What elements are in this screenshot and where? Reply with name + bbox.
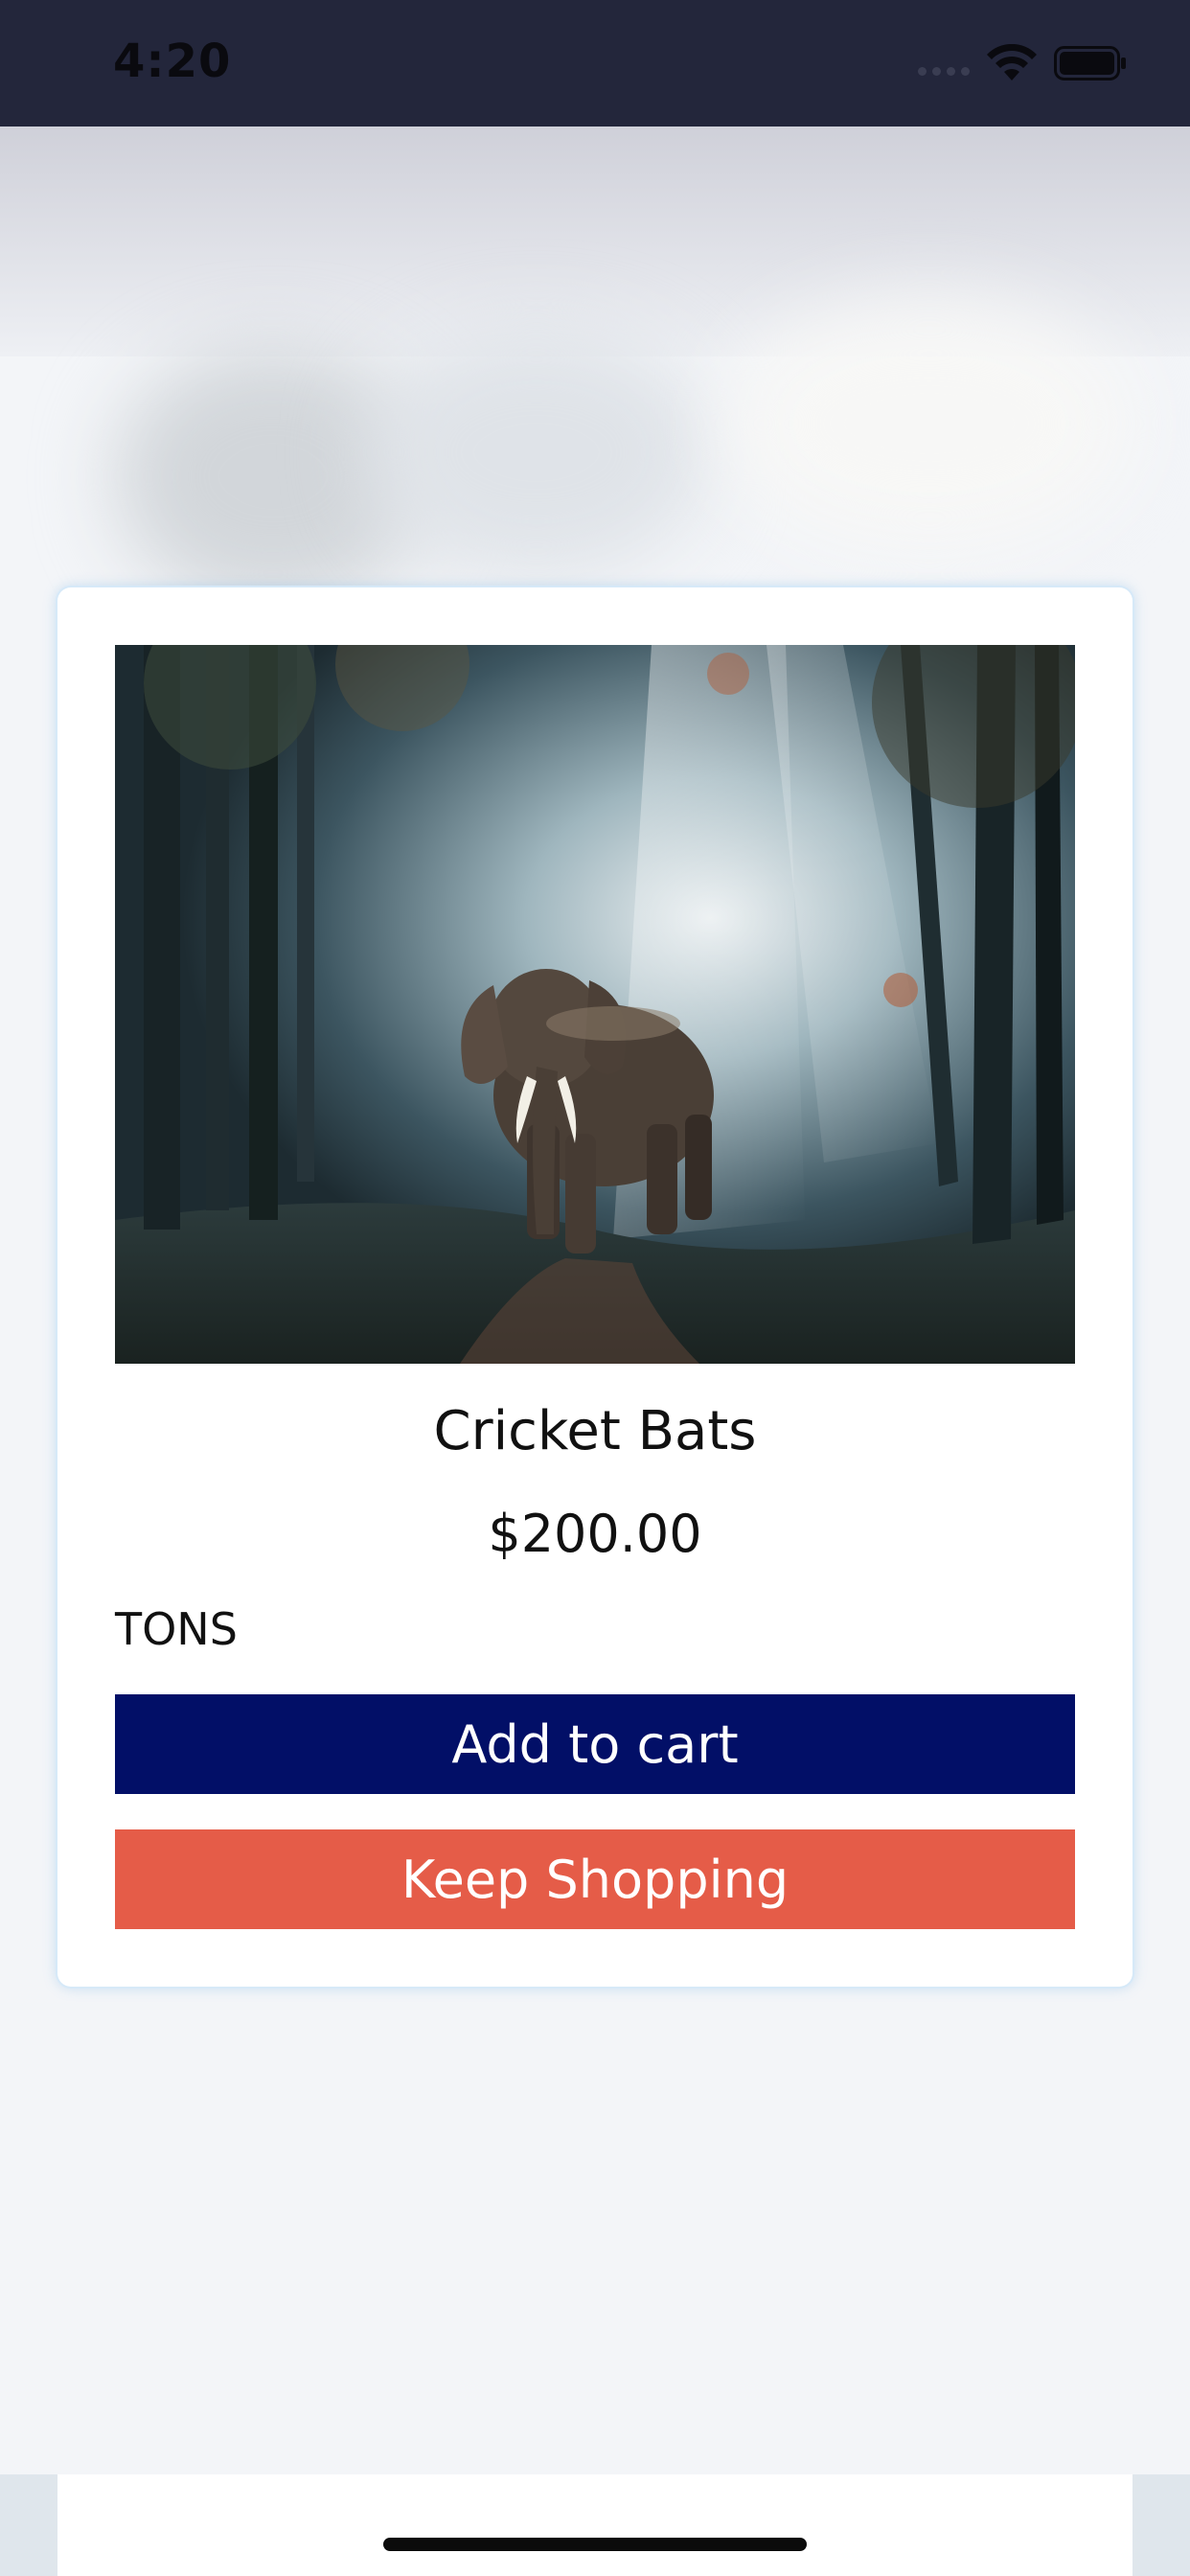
wifi-icon bbox=[987, 44, 1037, 80]
product-brand: TONS bbox=[115, 1603, 238, 1655]
add-to-cart-button[interactable]: Add to cart bbox=[115, 1694, 1075, 1794]
cellular-signal-icon bbox=[918, 67, 970, 76]
background-bottom-strip bbox=[0, 2474, 1190, 2576]
home-indicator[interactable] bbox=[383, 2538, 807, 2551]
status-time: 4:20 bbox=[113, 34, 232, 88]
product-title: Cricket Bats bbox=[433, 1400, 757, 1462]
elephant-forest-illustration bbox=[115, 645, 1075, 1364]
product-modal-card: Cricket Bats $200.00 TONS Add to cart Ke… bbox=[57, 587, 1133, 1987]
status-bar: 4:20 bbox=[0, 0, 1190, 126]
battery-icon bbox=[1054, 46, 1126, 80]
product-price: $200.00 bbox=[488, 1504, 702, 1564]
product-image bbox=[115, 645, 1075, 1364]
keep-shopping-button[interactable]: Keep Shopping bbox=[115, 1829, 1075, 1929]
